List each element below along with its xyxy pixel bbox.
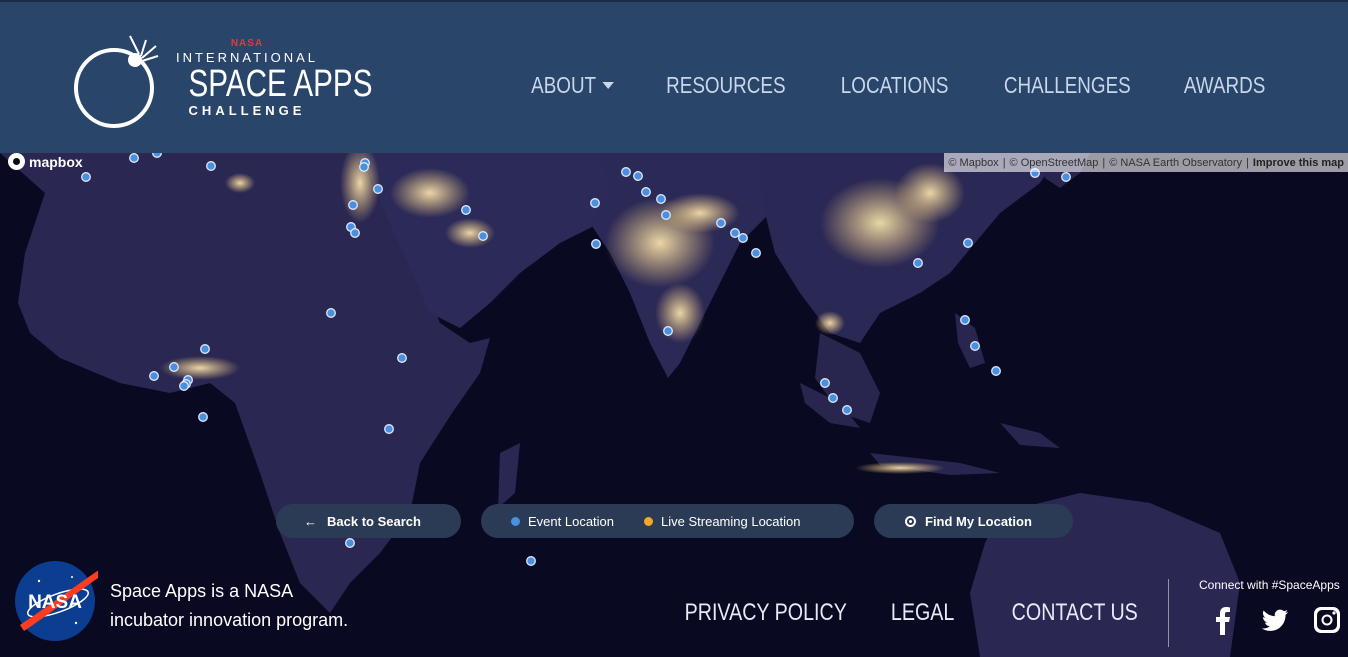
event-location-marker[interactable]: [633, 171, 643, 181]
event-location-marker[interactable]: [820, 378, 830, 388]
event-location-marker[interactable]: [716, 218, 726, 228]
privacy-policy-link[interactable]: PRIVACY POLICY: [685, 599, 847, 627]
event-location-marker[interactable]: [152, 153, 162, 158]
mapbox-logo[interactable]: mapbox: [8, 153, 83, 170]
nav-about-label: ABOUT: [531, 72, 597, 98]
event-location-marker[interactable]: [200, 344, 210, 354]
arrow-left-icon: ←: [304, 513, 317, 529]
event-location-marker[interactable]: [359, 162, 369, 172]
logo-space-apps-text: SPACE APPS: [188, 63, 373, 105]
nav-about[interactable]: ABOUT: [531, 72, 615, 99]
event-location-marker[interactable]: [828, 393, 838, 403]
find-my-location-label: Find My Location: [925, 513, 1032, 529]
event-location-marker[interactable]: [169, 362, 179, 372]
event-location-marker[interactable]: [641, 187, 651, 197]
footer-links: PRIVACY POLICY LEGAL CONTACT US: [649, 599, 1138, 627]
event-location-marker[interactable]: [179, 381, 189, 391]
back-to-search-button[interactable]: ← Back to Search: [276, 504, 461, 538]
event-location-marker[interactable]: [129, 153, 139, 163]
event-location-marker[interactable]: [350, 228, 360, 238]
page: mapbox © Mapbox | © OpenStreetMap | © NA…: [0, 0, 1348, 657]
crosshair-icon: [905, 515, 916, 527]
attribution-mapbox[interactable]: © Mapbox: [948, 157, 998, 169]
event-location-marker[interactable]: [913, 258, 923, 268]
main-nav: ABOUT RESOURCES LOCATIONS CHALLENGES AWA…: [522, 72, 1274, 99]
find-my-location-button[interactable]: Find My Location: [874, 504, 1073, 538]
event-location-marker[interactable]: [661, 210, 671, 220]
map-attribution: © Mapbox | © OpenStreetMap | © NASA Eart…: [944, 153, 1348, 172]
improve-map-link[interactable]: Improve this map: [1253, 157, 1344, 169]
event-location-marker[interactable]: [970, 341, 980, 351]
event-location-marker[interactable]: [591, 239, 601, 249]
event-location-marker[interactable]: [348, 200, 358, 210]
event-location-marker[interactable]: [842, 405, 852, 415]
event-location-marker[interactable]: [461, 205, 471, 215]
event-location-marker[interactable]: [198, 412, 208, 422]
site-header: NASA INTERNATIONAL SPACE APPS CHALLENGE …: [0, 0, 1348, 153]
event-location-marker[interactable]: [345, 538, 355, 548]
live-streaming-dot: [644, 516, 654, 526]
nav-challenges[interactable]: CHALLENGES: [1004, 72, 1131, 99]
nav-awards[interactable]: AWARDS: [1184, 72, 1265, 99]
logo-nasa-text: NASA: [230, 38, 264, 49]
logo-wordmark: NASA INTERNATIONAL SPACE APPS CHALLENGE: [172, 38, 373, 118]
mapbox-wordmark: mapbox: [29, 153, 83, 170]
event-location-marker[interactable]: [730, 228, 740, 238]
footer-divider: [1168, 579, 1169, 647]
nasa-meatball-logo[interactable]: NASA: [14, 559, 98, 641]
map-legend: Event Location Live Streaming Location: [481, 504, 854, 538]
legal-link[interactable]: LEGAL: [891, 599, 954, 627]
event-location-marker[interactable]: [738, 233, 748, 243]
event-location-marker[interactable]: [81, 172, 91, 182]
event-location-marker[interactable]: [326, 308, 336, 318]
event-location-marker[interactable]: [1061, 172, 1071, 182]
event-location-marker[interactable]: [373, 184, 383, 194]
footer-tagline: Space Apps is a NASA incubator innovatio…: [110, 577, 410, 635]
nav-locations[interactable]: LOCATIONS: [841, 72, 949, 99]
landmass-madagascar: [498, 443, 520, 508]
event-location-marker[interactable]: [206, 161, 216, 171]
event-location-marker[interactable]: [663, 326, 673, 336]
event-location-marker[interactable]: [397, 353, 407, 363]
legend-live-label: Live Streaming Location: [661, 513, 801, 529]
twitter-icon[interactable]: [1260, 605, 1290, 635]
legend-event-label: Event Location: [528, 513, 615, 529]
space-apps-emblem-icon: [74, 35, 159, 128]
mapbox-icon: [8, 153, 25, 170]
attribution-nasa[interactable]: © NASA Earth Observatory: [1109, 157, 1242, 169]
event-location-marker[interactable]: [478, 231, 488, 241]
social-links: [1208, 605, 1342, 635]
site-footer: NASA Space Apps is a NASA incubator inno…: [0, 555, 1348, 657]
event-location-marker[interactable]: [960, 315, 970, 325]
tagline-line-2: incubator innovation program.: [110, 610, 349, 630]
nav-resources[interactable]: RESOURCES: [666, 72, 785, 99]
event-location-marker[interactable]: [590, 198, 600, 208]
contact-us-link[interactable]: CONTACT US: [1012, 599, 1138, 627]
tagline-line-1: Space Apps is a NASA: [110, 581, 294, 601]
event-location-marker[interactable]: [963, 238, 973, 248]
connect-label: Connect with #SpaceApps: [1199, 578, 1340, 592]
event-location-marker[interactable]: [621, 167, 631, 177]
event-location-marker[interactable]: [384, 424, 394, 434]
facebook-icon[interactable]: [1208, 605, 1238, 635]
event-location-dot: [511, 516, 520, 526]
attribution-osm[interactable]: © OpenStreetMap: [1010, 157, 1099, 169]
meatball-text: NASA: [28, 592, 82, 613]
event-location-marker[interactable]: [656, 194, 666, 204]
back-to-search-label: Back to Search: [327, 513, 421, 529]
logo-challenge-text: CHALLENGE: [188, 103, 306, 118]
event-location-marker[interactable]: [149, 371, 159, 381]
landmass-philippines: [955, 313, 985, 368]
instagram-icon[interactable]: [1312, 605, 1342, 635]
event-location-marker[interactable]: [991, 366, 1001, 376]
space-apps-logo[interactable]: NASA INTERNATIONAL SPACE APPS CHALLENGE: [72, 30, 373, 130]
chevron-down-icon: [602, 82, 615, 89]
event-location-marker[interactable]: [751, 248, 761, 258]
